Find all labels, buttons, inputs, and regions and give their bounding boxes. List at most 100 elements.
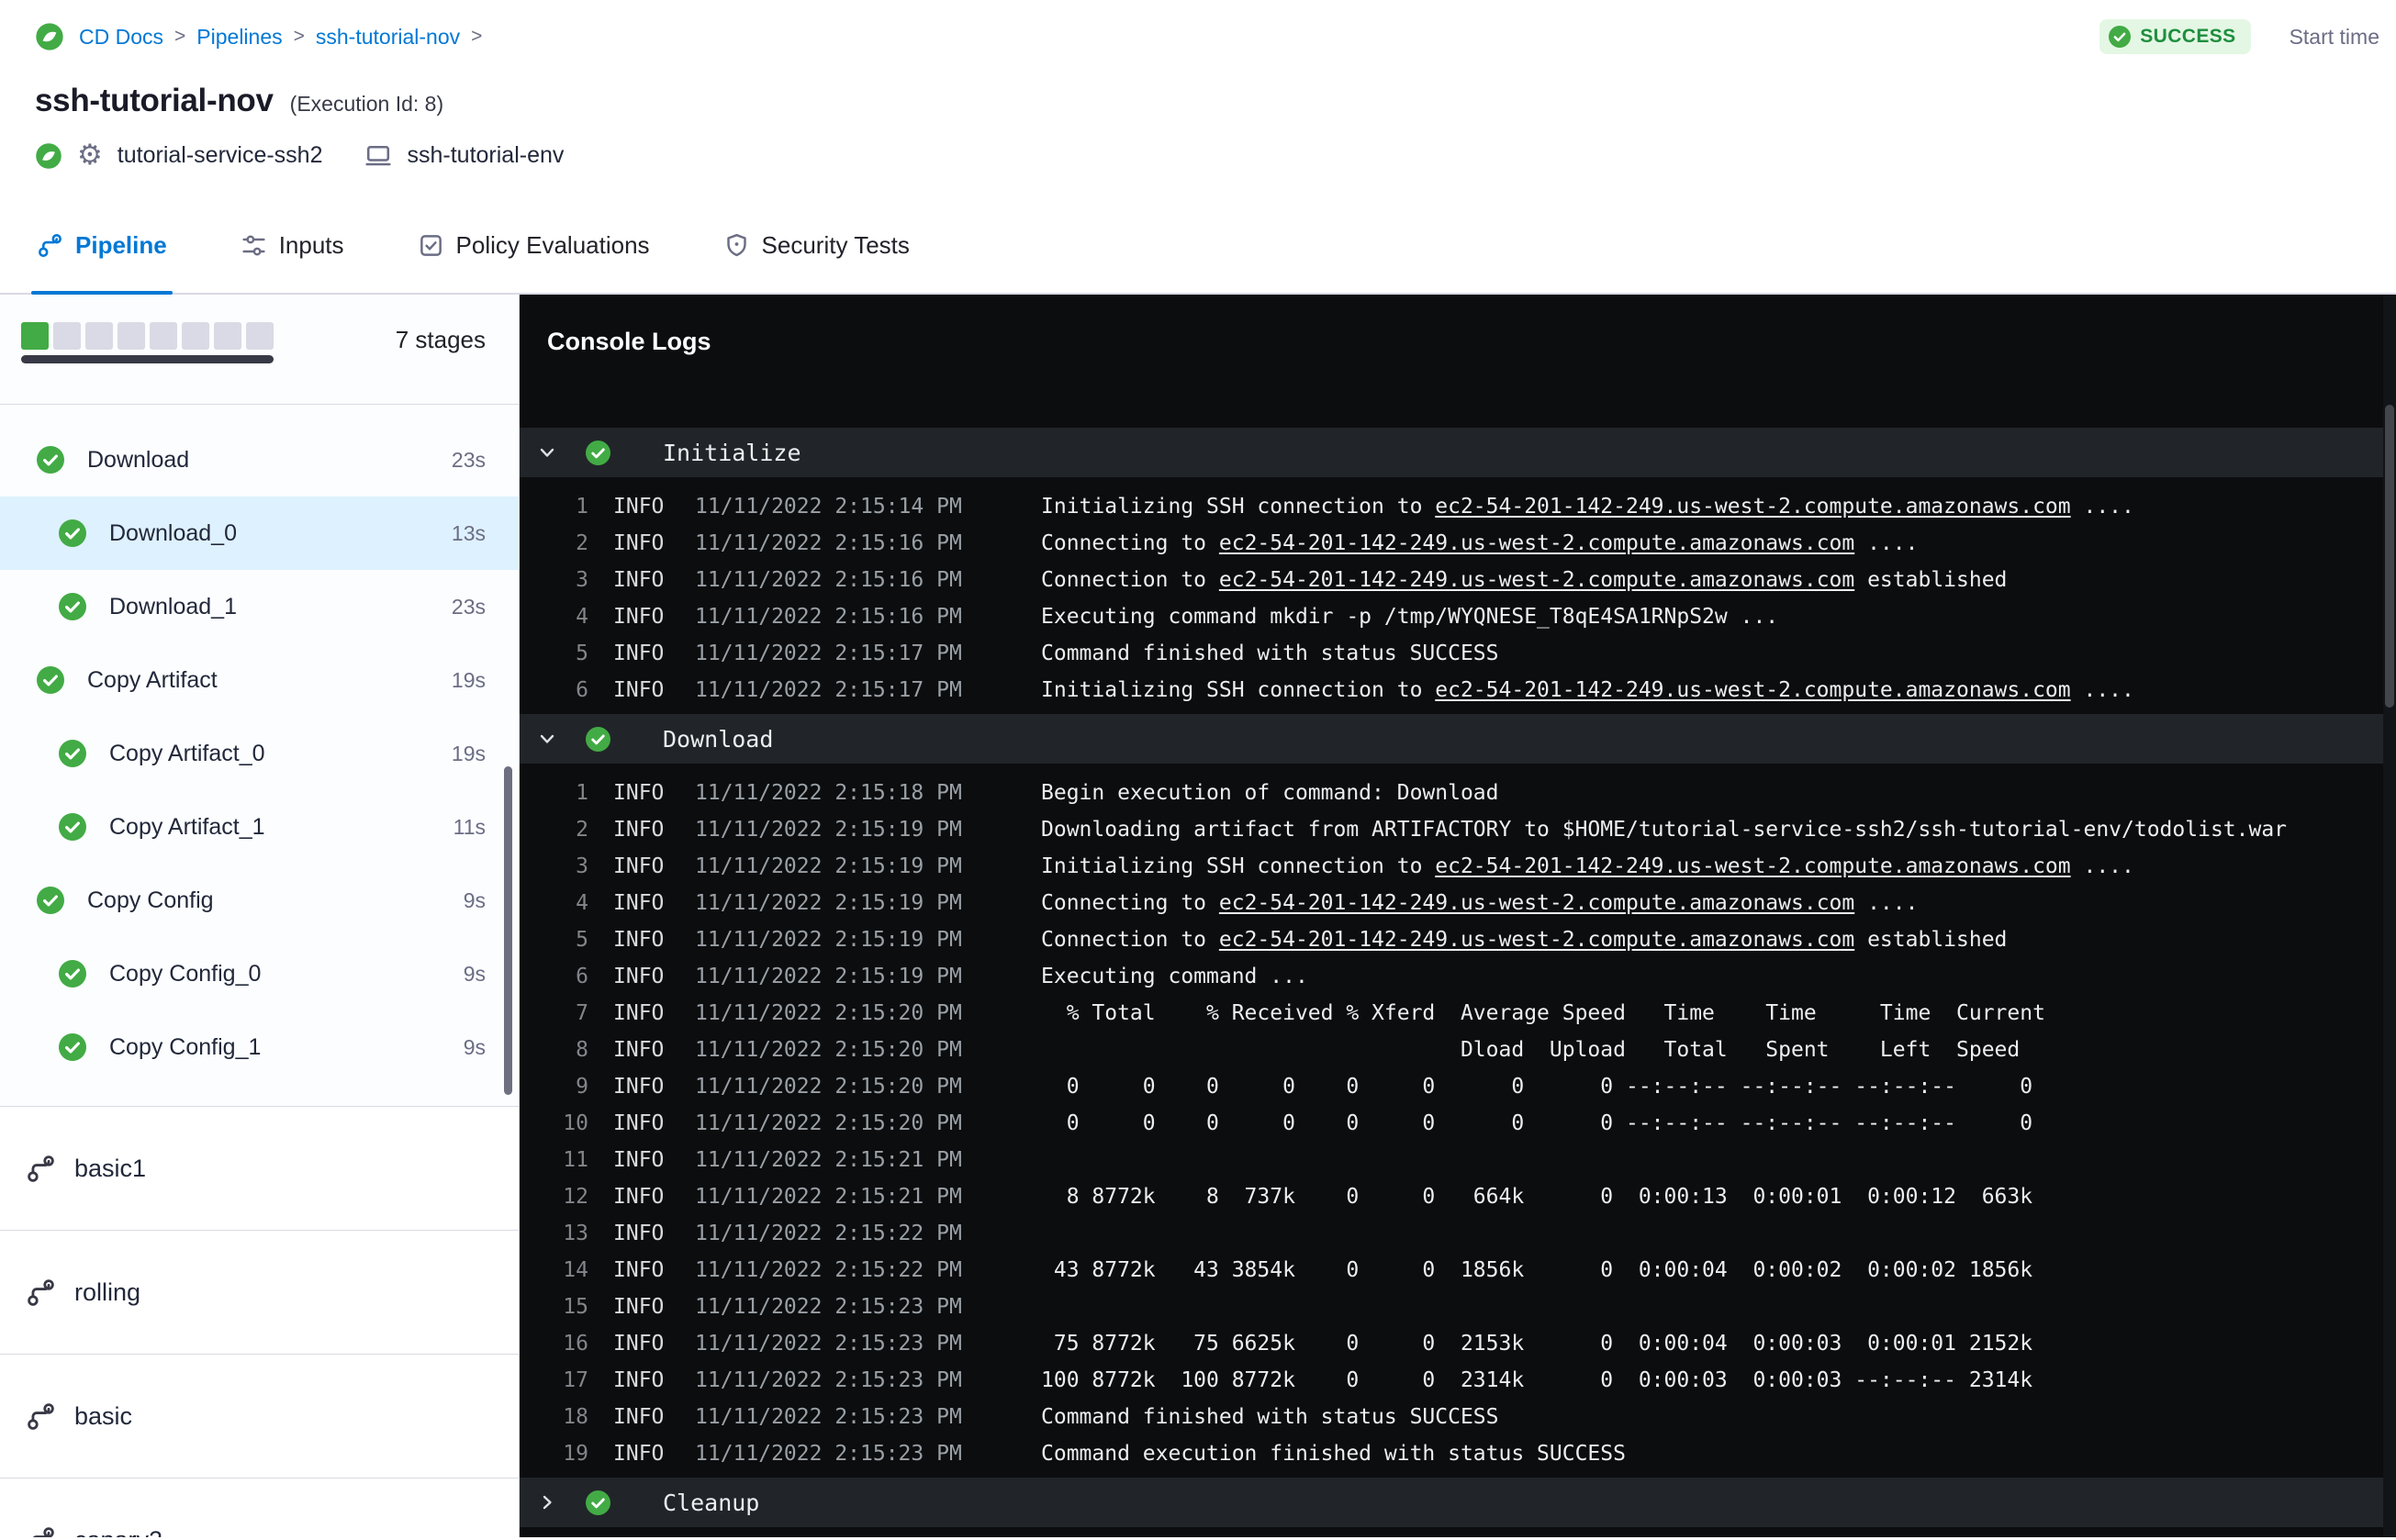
log-line-number: 17 [563,1368,588,1392]
log-line-number: 1 [576,495,588,519]
stage-count: 7 stages [395,326,486,353]
log-link[interactable]: ec2-54-201-142-249.us-west-2.compute.ama… [1219,531,1854,555]
stage-row-copy-config[interactable]: Copy Config 9s [0,864,519,937]
chevron-down-icon[interactable] [536,728,558,750]
breadcrumb-link-pipelines[interactable]: Pipelines [196,25,282,50]
stage-label: Download [87,446,190,473]
log-level: INFO [613,1405,665,1429]
stage-duration: 19s [451,667,486,692]
stage-duration: 23s [451,447,486,472]
console-scrollbar-thumb[interactable] [2385,405,2394,708]
breadcrumb-separator: > [174,26,186,47]
chevron-down-icon[interactable] [536,441,558,463]
log-link[interactable]: ec2-54-201-142-249.us-west-2.compute.ama… [1435,495,2070,519]
log-line-number: 1 [576,781,588,805]
console-scrollbar[interactable] [2383,295,2396,1537]
tab-inputs[interactable]: Inputs [241,197,344,293]
log-section-download[interactable]: Download [520,714,2396,764]
stage-row-copy-config-0[interactable]: Copy Config_0 9s [0,937,519,1010]
log-level: INFO [613,1295,665,1319]
stage-row-download-0[interactable]: Download_0 13s [0,497,519,570]
log-message: 75 8772k 75 6625k 0 0 2153k 0 0:00:04 0:… [1041,1325,2032,1362]
stage-row-copy-artifact-0[interactable]: Copy Artifact_0 19s [0,717,519,790]
status-badge-label: SUCCESS [2140,26,2236,47]
environment-name[interactable]: ssh-tutorial-env [407,142,564,169]
stage-row-download[interactable]: Download 23s [0,423,519,497]
progress-square [246,322,274,350]
tab-pipeline[interactable]: Pipeline [31,197,173,295]
log-line: 9 INFO 11/11/2022 2:15:20 PM 0 0 0 0 0 0 0… [520,1068,2396,1105]
log-link[interactable]: ec2-54-201-142-249.us-west-2.compute.ama… [1219,928,1854,952]
log-timestamp: 11/11/2022 2:15:19 PM [695,818,962,842]
log-text: Downloading artifact from ARTIFACTORY to… [1041,818,2288,842]
log-text: Begin execution of command: Download [1041,781,1499,805]
log-section-initialize[interactable]: Initialize [520,428,2396,477]
breadcrumb-link-pipeline-name[interactable]: ssh-tutorial-nov [316,25,460,50]
breadcrumb-separator: > [293,26,305,47]
page-title: ssh-tutorial-nov [35,83,274,118]
pipeline-icon [26,1525,56,1537]
log-line-number: 7 [576,1001,588,1025]
log-timestamp: 11/11/2022 2:15:23 PM [695,1295,962,1319]
log-line: 12 INFO 11/11/2022 2:15:21 PM 8 8772k 8 73… [520,1178,2396,1215]
stage-row-copy-artifact[interactable]: Copy Artifact 19s [0,643,519,717]
log-level: INFO [613,781,665,805]
log-level: INFO [613,1442,665,1466]
log-line: 5 INFO 11/11/2022 2:15:19 PM Connection to … [520,921,2396,958]
success-check-icon [37,446,64,474]
cd-module-icon [35,142,62,170]
log-line-number: 3 [576,854,588,878]
log-line-number: 14 [563,1258,588,1282]
log-line-number: 11 [563,1148,588,1172]
stage-duration: 9s [463,887,486,912]
log-message: Command execution finished with status S… [1041,1435,1626,1472]
log-text: 0 0 0 0 0 0 0 0 --:--:-- --:--:-- --:--:… [1041,1111,2033,1135]
pipeline-item-rolling[interactable]: rolling [0,1230,519,1354]
stage-row-download-1[interactable]: Download_1 23s [0,570,519,643]
log-text: established [1854,568,2008,592]
log-line-number: 16 [563,1332,588,1356]
checkbox-icon [420,234,442,256]
tab-policy-evaluations[interactable]: Policy Evaluations [418,197,650,293]
log-line-number: 10 [563,1111,588,1135]
log-text: .... [1854,891,1919,915]
log-level: INFO [613,1111,665,1135]
log-line: 13 INFO 11/11/2022 2:15:22 PM [520,1215,2396,1252]
log-section-title: Cleanup [663,1489,760,1516]
stage-progress-scrollbar[interactable] [21,355,274,363]
chevron-right-icon[interactable] [536,1491,558,1513]
stage-row-copy-config-1[interactable]: Copy Config_1 9s [0,1010,519,1084]
log-timestamp: 11/11/2022 2:15:19 PM [695,965,962,988]
stage-progress-squares [21,322,274,350]
breadcrumb: CD Docs > Pipelines > ssh-tutorial-nov > [79,25,482,50]
log-line: 6 INFO 11/11/2022 2:15:19 PM Executing comm… [520,958,2396,995]
breadcrumb-link-cd-docs[interactable]: CD Docs [79,25,163,50]
stage-row-copy-artifact-1[interactable]: Copy Artifact_1 11s [0,790,519,864]
log-timestamp: 11/11/2022 2:15:21 PM [695,1148,962,1172]
stage-duration: 23s [451,594,486,619]
environment-icon [364,142,392,170]
pipeline-item-basic[interactable]: basic [0,1354,519,1478]
pipeline-item-canary2[interactable]: canary2 [0,1478,519,1537]
log-timestamp: 11/11/2022 2:15:16 PM [695,605,962,629]
log-message: 0 0 0 0 0 0 0 0 --:--:-- --:--:-- --:--:… [1041,1105,2032,1142]
progress-square [53,322,81,350]
stage-label: Copy Artifact_1 [109,813,265,840]
tab-security-tests[interactable]: Security Tests [723,197,910,293]
log-link[interactable]: ec2-54-201-142-249.us-west-2.compute.ama… [1219,891,1854,915]
log-level: INFO [613,1222,665,1245]
log-line: 4 INFO 11/11/2022 2:15:19 PM Connecting to … [520,885,2396,921]
log-link[interactable]: ec2-54-201-142-249.us-west-2.compute.ama… [1219,568,1854,592]
log-message: Begin execution of command: Download [1041,775,1499,811]
log-line-number: 3 [576,568,588,592]
log-link[interactable]: ec2-54-201-142-249.us-west-2.compute.ama… [1435,854,2070,878]
pipeline-item-basic1[interactable]: basic1 [0,1106,519,1230]
success-check-icon [2109,26,2132,48]
log-text: % Total % Received % Xferd Average Speed… [1041,1001,2045,1025]
log-text: Executing command ... [1041,965,1308,988]
log-link[interactable]: ec2-54-201-142-249.us-west-2.compute.ama… [1435,678,2070,702]
sidebar-scrollbar[interactable] [504,766,512,1095]
log-section-cleanup[interactable]: Cleanup [520,1478,2396,1527]
log-line-number: 15 [563,1295,588,1319]
service-name[interactable]: tutorial-service-ssh2 [118,142,323,169]
